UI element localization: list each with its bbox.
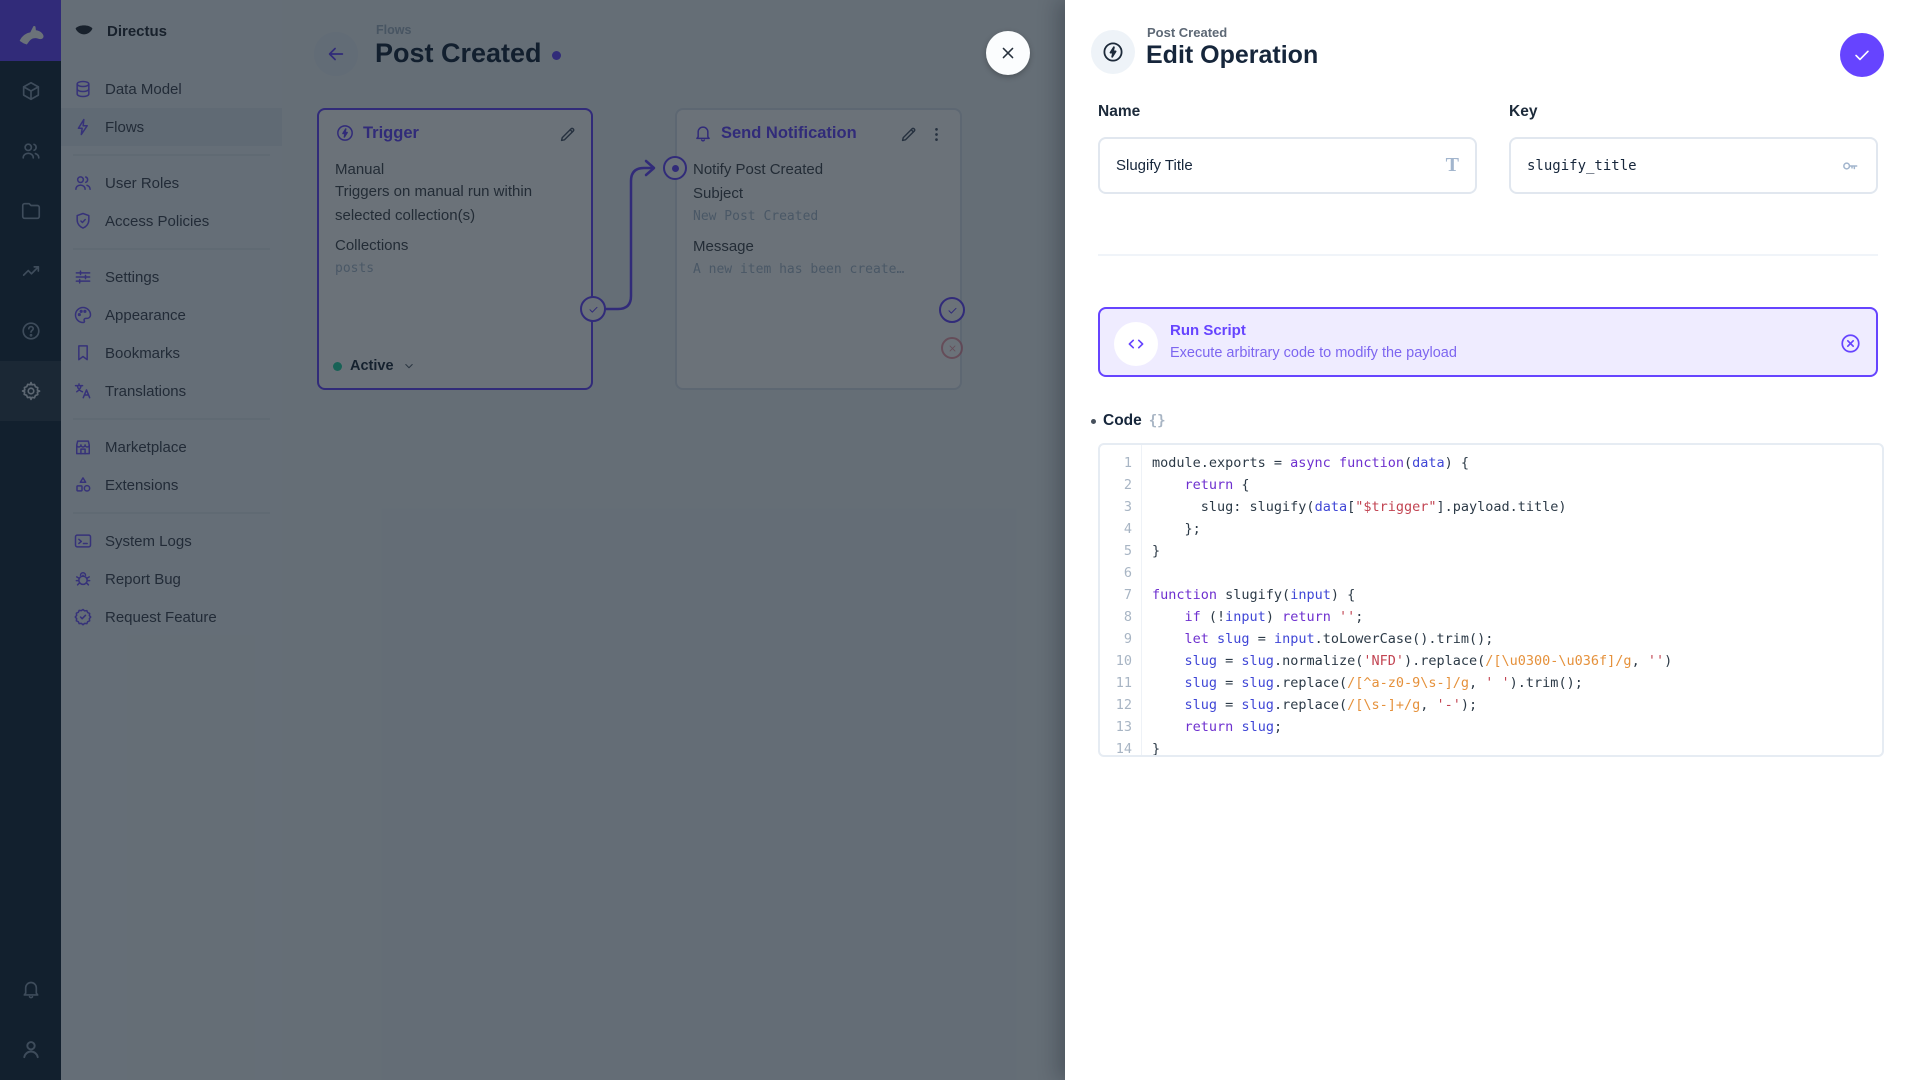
code-line: slug = slug.replace(/[\s-]+/g, '-');	[1152, 694, 1882, 716]
key-field-label: Key	[1509, 103, 1537, 121]
run-script-title: Run Script	[1170, 322, 1246, 339]
code-line: slug: slugify(data["$trigger"].payload.t…	[1152, 496, 1882, 518]
drawer-overlay[interactable]	[0, 0, 1065, 1080]
code-line: return slug;	[1152, 716, 1882, 738]
code-line: module.exports = async function(data) {	[1152, 452, 1882, 474]
code-line: slug = slug.replace(/[^a-z0-9\s-]/g, ' '…	[1152, 672, 1882, 694]
code-icon	[1125, 333, 1147, 355]
line-number-gutter: 1234567891011121314	[1100, 445, 1142, 755]
operation-type-icon	[1091, 30, 1135, 74]
code-field-label: Code	[1103, 412, 1142, 430]
key-icon	[1840, 156, 1860, 176]
check-icon	[1851, 44, 1873, 66]
save-button[interactable]	[1840, 33, 1884, 77]
code-line: }	[1152, 738, 1882, 757]
code-editor[interactable]: 1234567891011121314 module.exports = asy…	[1098, 443, 1884, 757]
code-field-header: Code {}	[1091, 412, 1166, 430]
key-input[interactable]: slugify_title	[1509, 137, 1878, 194]
close-icon	[998, 43, 1018, 63]
run-script-card[interactable]: Run Script Execute arbitrary code to mod…	[1098, 307, 1878, 377]
divider	[1098, 254, 1878, 256]
drawer-title: Edit Operation	[1146, 41, 1318, 70]
drawer-close-button[interactable]	[986, 31, 1030, 75]
code-line: if (!input) return '';	[1152, 606, 1882, 628]
required-dot	[1091, 419, 1096, 424]
circle-x-icon	[1839, 332, 1862, 355]
title-format-icon: T	[1446, 154, 1459, 177]
name-field-label: Name	[1098, 103, 1140, 121]
code-line	[1152, 562, 1882, 584]
braces-icon: {}	[1149, 413, 1166, 429]
code-line: let slug = input.toLowerCase().trim();	[1152, 628, 1882, 650]
script-icon-circle	[1114, 322, 1158, 366]
code-line: };	[1152, 518, 1882, 540]
code-line: return {	[1152, 474, 1882, 496]
run-script-subtitle: Execute arbitrary code to modify the pay…	[1170, 345, 1457, 361]
code-line: slug = slug.normalize('NFD').replace(/[\…	[1152, 650, 1882, 672]
drawer-breadcrumb: Post Created	[1147, 25, 1227, 40]
code-line: function slugify(input) {	[1152, 584, 1882, 606]
deselect-script-button[interactable]	[1839, 332, 1862, 355]
directus-app: Directus Data ModelFlowsUser RolesAccess…	[0, 0, 1920, 1080]
name-input[interactable]: Slugify Title T	[1098, 137, 1477, 194]
code-content: module.exports = async function(data) { …	[1142, 445, 1882, 755]
bolt-circle-icon	[1101, 40, 1125, 64]
code-line: }	[1152, 540, 1882, 562]
